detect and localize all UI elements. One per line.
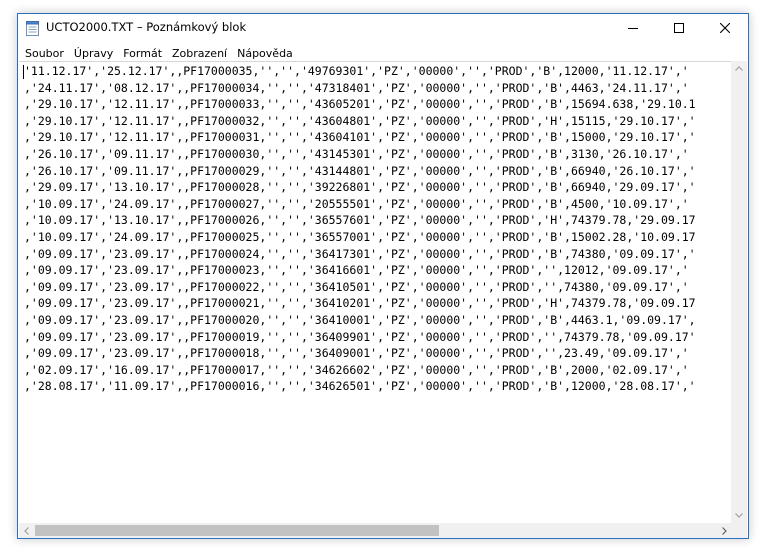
text-line: ,'29.10.17','12.11.17',,PF17000033,'',''… <box>24 97 696 112</box>
horizontal-scroll-thumb[interactable] <box>35 525 439 536</box>
maximize-icon <box>674 23 684 33</box>
text-line: ,'10.09.17','13.10.17',,PF17000026,'',''… <box>24 213 696 228</box>
text-line: ,'29.09.17','13.10.17',,PF17000028,'',''… <box>24 180 696 195</box>
text-line: ,'09.09.17','23.09.17',,PF17000023,'',''… <box>24 263 689 278</box>
text-line: ,'09.09.17','23.09.17',,PF17000024,'',''… <box>24 246 696 261</box>
text-line: ,'10.09.17','24.09.17',,PF17000025,'',''… <box>24 229 696 244</box>
close-button[interactable] <box>702 14 748 42</box>
minimize-icon <box>628 28 638 29</box>
scroll-right-arrow-icon[interactable] <box>722 527 727 535</box>
text-line: ,'09.09.17','23.09.17',,PF17000019,'',''… <box>24 329 696 344</box>
horizontal-scrollbar[interactable] <box>19 523 732 538</box>
scroll-down-arrow-icon[interactable] <box>735 513 743 518</box>
notepad-app-icon <box>26 21 39 36</box>
text-line: ,'02.09.17','16.09.17',,PF17000017,'',''… <box>24 362 689 377</box>
text-line: ,'26.10.17','09.11.17',,PF17000029,'',''… <box>24 163 696 178</box>
text-line: ,'29.10.17','12.11.17',,PF17000032,'',''… <box>24 113 696 128</box>
text-line: ,'29.10.17','12.11.17',,PF17000031,'',''… <box>24 130 696 145</box>
text-line: ,'26.10.17','09.11.17',,PF17000030,'',''… <box>24 146 689 161</box>
scroll-left-arrow-icon[interactable] <box>24 527 29 535</box>
scrollbar-corner <box>731 523 747 538</box>
text-line: ,'09.09.17','23.09.17',,PF17000018,'',''… <box>24 346 689 361</box>
vertical-scrollbar[interactable] <box>731 61 747 523</box>
minimize-button[interactable] <box>610 14 656 42</box>
maximize-button[interactable] <box>656 14 702 42</box>
scroll-up-arrow-icon[interactable] <box>735 66 743 71</box>
menu-bar: Soubor Úpravy Formát Zobrazení Nápověda <box>18 42 748 61</box>
text-line: ,'10.09.17','24.09.17',,PF17000027,'',''… <box>24 196 689 211</box>
text-line: ,'28.08.17','11.09.17',,PF17000016,'',''… <box>24 379 696 394</box>
text-line: ,'09.09.17','23.09.17',,PF17000022,'',''… <box>24 279 689 294</box>
text-line: ,'24.11.17','08.12.17',,PF17000034,'',''… <box>24 80 689 95</box>
text-lines: '11.12.17','25.12.17',,PF17000035,'','',… <box>24 63 696 395</box>
text-line: ,'09.09.17','23.09.17',,PF17000020,'',''… <box>24 312 696 327</box>
text-line: '11.12.17','25.12.17',,PF17000035,'','',… <box>24 64 689 78</box>
close-icon <box>720 23 730 33</box>
notepad-window: UCTO2000.TXT – Poznámkový blok Soubor Úpr… <box>17 13 749 539</box>
text-editor-area[interactable]: '11.12.17','25.12.17',,PF17000035,'','',… <box>19 61 732 524</box>
title-bar[interactable]: UCTO2000.TXT – Poznámkový blok <box>18 14 748 42</box>
window-title: UCTO2000.TXT – Poznámkový blok <box>46 20 247 34</box>
text-line: ,'09.09.17','23.09.17',,PF17000021,'',''… <box>24 296 696 311</box>
